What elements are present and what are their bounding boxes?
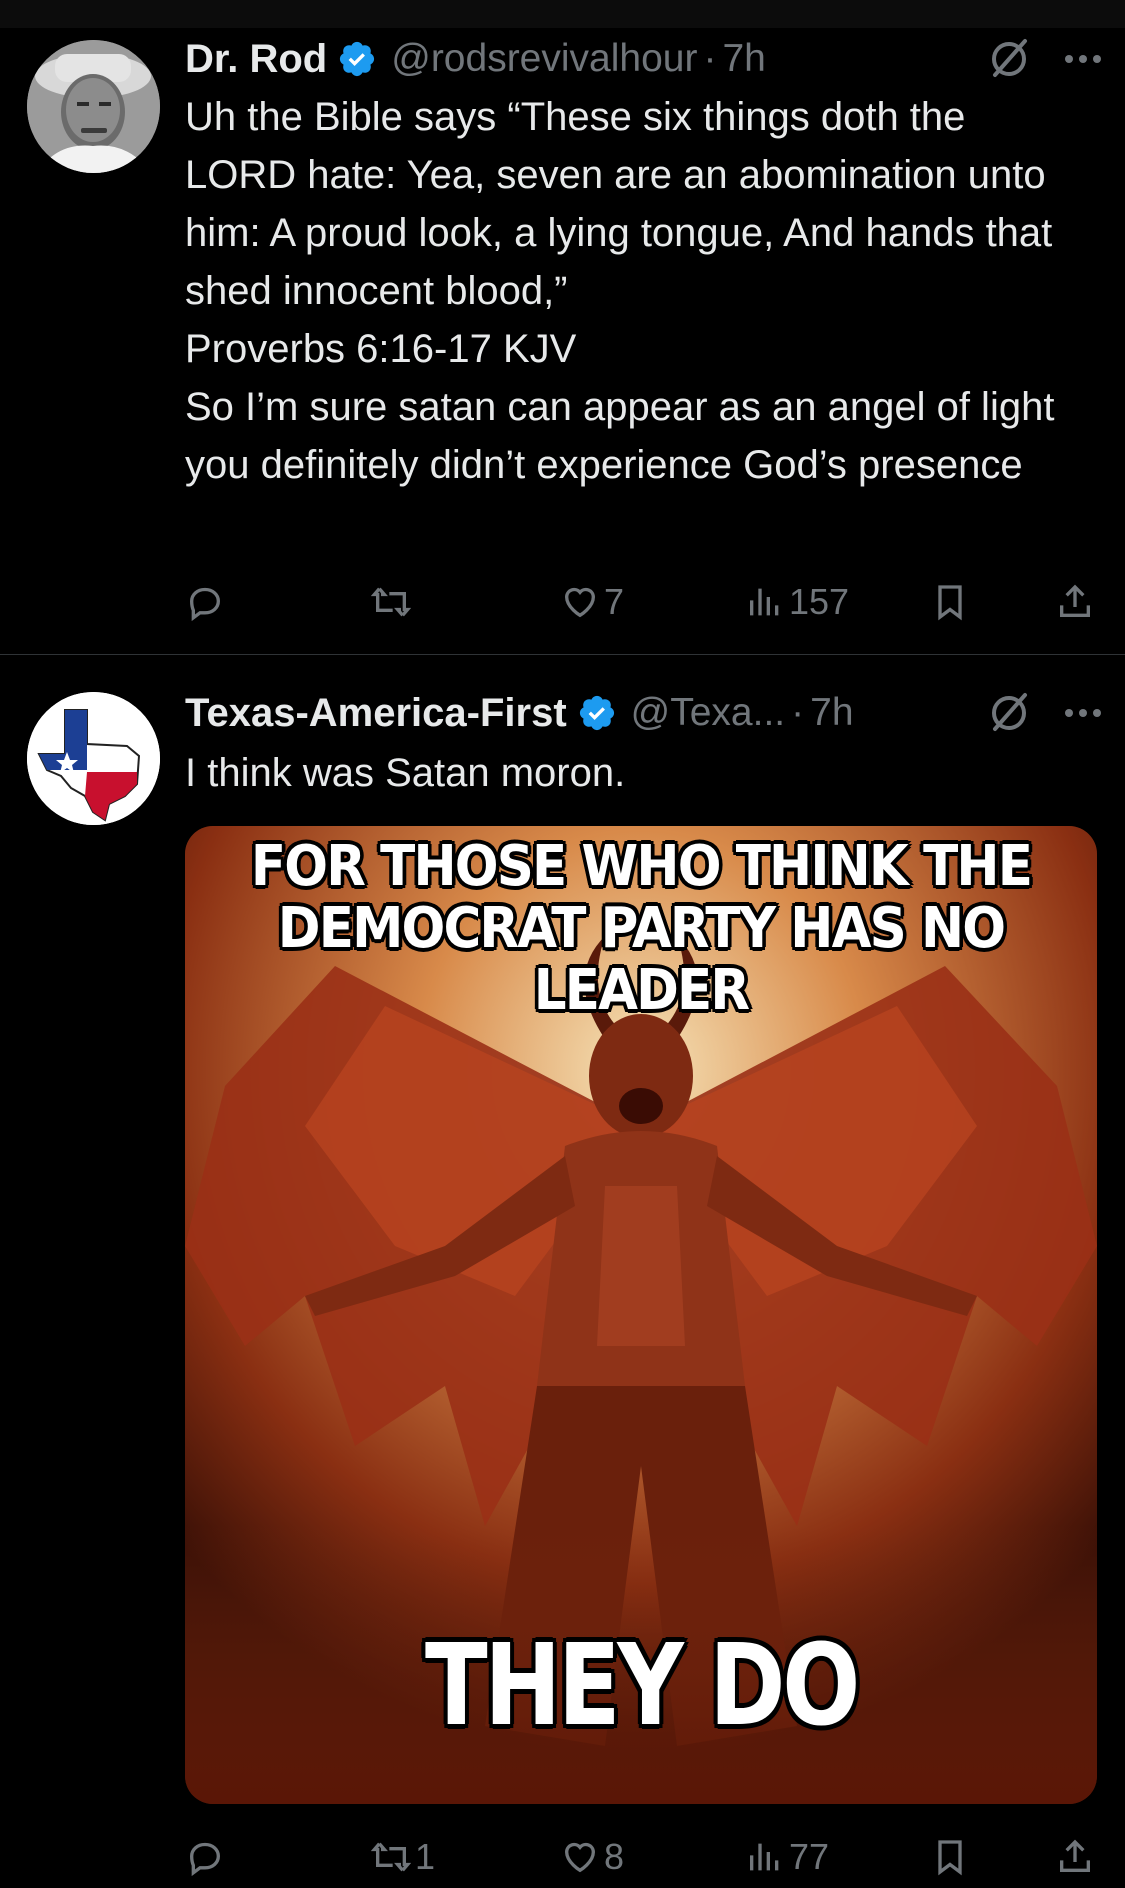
meme-top-line-2: DEMOCRAT PARTY HAS NO LEADER — [277, 896, 1006, 1023]
views-icon — [750, 588, 779, 616]
share-button[interactable] — [1055, 1832, 1095, 1882]
timestamp[interactable]: 7h — [722, 37, 765, 81]
avatar[interactable] — [27, 692, 160, 825]
bookmark-icon — [938, 1840, 962, 1876]
author-handle[interactable]: @rodsrevivalhour — [391, 37, 697, 81]
views-count: 157 — [789, 581, 850, 622]
bookmark-button[interactable] — [930, 1832, 970, 1882]
like-icon — [564, 1842, 596, 1873]
like-count: 7 — [604, 581, 625, 622]
tweet-text: I think was Satan moron. — [185, 751, 626, 795]
separator: · — [703, 37, 717, 80]
verified-badge-icon — [579, 695, 614, 731]
meme-bottom-caption: THEY DO — [424, 1621, 860, 1751]
timestamp[interactable]: 7h — [810, 691, 853, 735]
author-handle[interactable]: @Texa... — [631, 691, 785, 735]
views-count: 77 — [789, 1836, 830, 1877]
tweet-text: Uh the Bible says “These six things doth… — [185, 95, 1055, 487]
grok-icon[interactable] — [987, 691, 1031, 735]
reply-button[interactable] — [185, 577, 229, 627]
more-icon[interactable] — [1061, 691, 1105, 735]
views-button[interactable]: 77 — [745, 1832, 829, 1882]
like-button[interactable]: 8 — [560, 1832, 624, 1882]
avatar[interactable] — [27, 40, 160, 173]
repost-count: 1 — [415, 1836, 436, 1877]
like-icon — [564, 587, 596, 618]
tweet-dr-rod[interactable]: Dr. Rod @rodsrevivalhour · 7h Uh the Bib… — [0, 28, 1125, 655]
tweet-actions: 7 157 — [185, 577, 1095, 627]
author-name[interactable]: Dr. Rod — [185, 37, 327, 82]
status-bar-strip — [0, 0, 1125, 28]
share-icon — [1060, 1839, 1090, 1872]
bookmark-button[interactable] — [930, 577, 970, 627]
views-icon — [750, 1843, 779, 1871]
tweet-header: Dr. Rod @rodsrevivalhour · 7h — [185, 31, 1105, 87]
meme-top-line-1: FOR THOSE WHO THINK THE — [250, 834, 1033, 899]
repost-button[interactable]: 1 — [371, 1832, 435, 1882]
meme-top-caption: FOR THOSE WHO THINK THE DEMOCRAT PARTY H… — [221, 836, 1060, 1022]
reply-icon — [189, 587, 221, 622]
author-name[interactable]: Texas-America-First — [185, 691, 567, 736]
grok-icon[interactable] — [987, 37, 1031, 81]
more-icon[interactable] — [1061, 37, 1105, 81]
separator: · — [791, 691, 805, 734]
retweet-icon — [371, 587, 411, 617]
tweet-texas-america-first[interactable]: Texas-America-First @Texa... · 7h I thin… — [0, 656, 1125, 1888]
tweet-image[interactable]: FOR THOSE WHO THINK THE DEMOCRAT PARTY H… — [185, 826, 1097, 1804]
views-button[interactable]: 157 — [745, 577, 849, 627]
tweet-header: Texas-America-First @Texa... · 7h — [185, 685, 1105, 741]
bookmark-icon — [938, 585, 962, 621]
share-icon — [1060, 584, 1090, 617]
reply-button[interactable] — [185, 1832, 229, 1882]
retweet-icon — [371, 1842, 411, 1872]
reply-icon — [189, 1842, 221, 1877]
verified-badge-icon — [340, 41, 375, 77]
repost-button[interactable] — [371, 577, 415, 627]
tweet-actions: 1 8 77 — [185, 1832, 1095, 1882]
share-button[interactable] — [1055, 577, 1095, 627]
like-button[interactable]: 7 — [560, 577, 624, 627]
like-count: 8 — [604, 1836, 625, 1877]
